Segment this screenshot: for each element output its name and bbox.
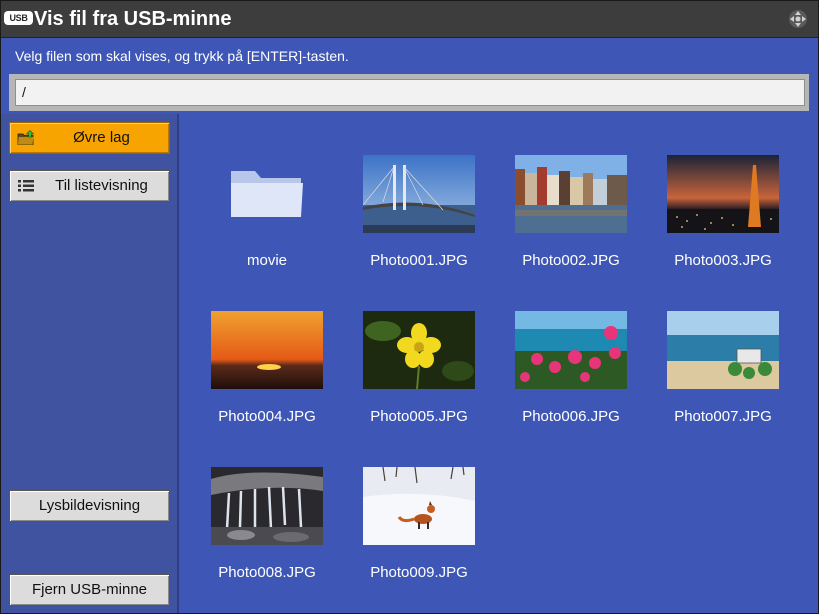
upper-level-label: Øvre lag	[73, 129, 130, 146]
remove-usb-label: Fjern USB-minne	[31, 581, 148, 598]
file-name: movie	[246, 252, 287, 269]
list-view-label: Til listevisning	[55, 177, 148, 194]
file-tile-image[interactable]: Photo008.JPG	[195, 467, 335, 597]
photo-thumbnail	[211, 467, 323, 545]
file-name: Photo003.JPG	[674, 252, 772, 269]
file-tile-image[interactable]: Photo007.JPG	[651, 311, 791, 441]
remove-usb-button[interactable]: Fjern USB-minne	[9, 574, 170, 606]
list-view-button[interactable]: Til listevisning	[9, 170, 170, 202]
file-tile-image[interactable]: Photo001.JPG	[347, 155, 487, 285]
usb-file-viewer-window: USB Vis fil fra USB-minne Velg filen som…	[0, 0, 819, 614]
file-name: Photo002.JPG	[522, 252, 620, 269]
title-bar: USB Vis fil fra USB-minne	[1, 1, 818, 38]
photo-thumbnail	[667, 311, 779, 389]
slideshow-label: Lysbildevisning	[38, 497, 141, 514]
file-name: Photo007.JPG	[674, 408, 772, 425]
folder-icon	[211, 155, 323, 233]
file-name: Photo006.JPG	[522, 408, 620, 425]
slideshow-button[interactable]: Lysbildevisning	[9, 490, 170, 522]
dpad-navigation-icon	[789, 10, 807, 28]
photo-thumbnail	[515, 311, 627, 389]
file-tile-image[interactable]: Photo004.JPG	[195, 311, 335, 441]
file-tile-image[interactable]: Photo003.JPG	[651, 155, 791, 285]
file-tile-image[interactable]: Photo009.JPG	[347, 467, 487, 597]
photo-thumbnail	[363, 311, 475, 389]
file-name: Photo005.JPG	[370, 408, 468, 425]
file-tile-image[interactable]: Photo006.JPG	[499, 311, 639, 441]
window-title: Vis fil fra USB-minne	[34, 8, 232, 30]
upper-level-button[interactable]: Øvre lag	[9, 122, 170, 154]
photo-thumbnail	[515, 155, 627, 233]
file-name: Photo004.JPG	[218, 408, 316, 425]
file-tile-folder[interactable]: movie	[195, 155, 335, 285]
photo-thumbnail	[363, 155, 475, 233]
sidebar: Øvre lag Til listevisning Lysbildevisnin…	[1, 114, 179, 613]
file-name: Photo001.JPG	[370, 252, 468, 269]
current-path-field: /	[15, 79, 805, 106]
instruction-text: Velg filen som skal vises, og trykk på […	[15, 48, 349, 64]
file-name: Photo009.JPG	[370, 564, 468, 581]
photo-thumbnail	[667, 155, 779, 233]
usb-icon: USB	[4, 11, 33, 25]
file-tile-image[interactable]: Photo002.JPG	[499, 155, 639, 285]
file-tile-image[interactable]: Photo005.JPG	[347, 311, 487, 441]
photo-thumbnail	[363, 467, 475, 545]
file-name: Photo008.JPG	[218, 564, 316, 581]
photo-thumbnail	[211, 311, 323, 389]
file-grid: movie Photo001.JPG Photo002.JPG Photo003…	[181, 114, 818, 613]
path-field-frame: /	[9, 74, 809, 111]
